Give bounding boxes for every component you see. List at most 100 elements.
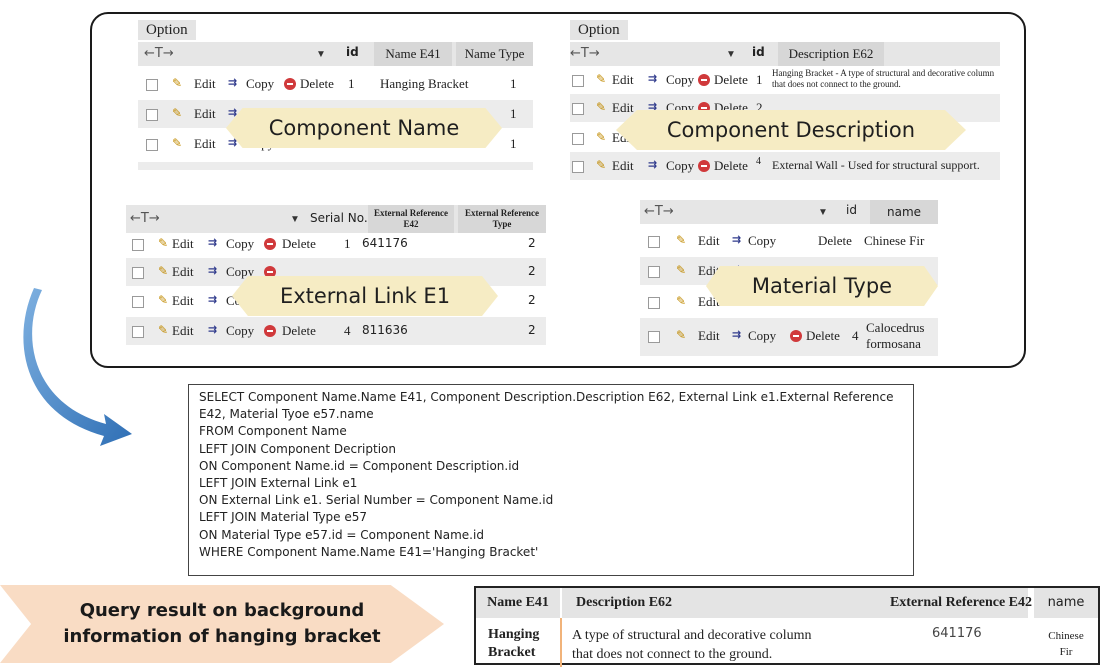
- col-id[interactable]: id: [346, 45, 359, 59]
- delete-icon[interactable]: [264, 325, 276, 337]
- cell-id: 1: [756, 72, 763, 87]
- copy-link[interactable]: Copy: [246, 76, 274, 92]
- edit-link[interactable]: Edit: [194, 76, 216, 92]
- component-name-header: ←T→ ▼ id Name E41 Name Type: [138, 42, 533, 66]
- sql-line: WHERE Component Name.Name E41='Hanging B…: [199, 544, 539, 559]
- delete-icon[interactable]: [790, 330, 802, 342]
- pencil-icon[interactable]: ✎: [596, 158, 606, 172]
- pencil-icon[interactable]: ✎: [676, 328, 686, 342]
- pencil-icon[interactable]: ✎: [158, 236, 168, 250]
- row-checkbox[interactable]: [132, 267, 144, 279]
- edit-link[interactable]: Edit: [698, 233, 720, 249]
- query-result-table: Name E41 Description E62 External Refere…: [474, 586, 1100, 667]
- row-checkbox[interactable]: [648, 297, 660, 309]
- copy-icon[interactable]: ⇉: [648, 72, 657, 85]
- row-checkbox[interactable]: [146, 109, 158, 121]
- row-checkbox[interactable]: [146, 139, 158, 151]
- column-resize-arrows-icon[interactable]: ←T→: [570, 46, 600, 61]
- copy-icon[interactable]: ⇉: [208, 293, 217, 306]
- delete-link[interactable]: Delete: [714, 72, 748, 88]
- pencil-icon[interactable]: ✎: [676, 263, 686, 277]
- row-checkbox[interactable]: [572, 103, 584, 115]
- copy-icon[interactable]: ⇉: [208, 264, 217, 277]
- sort-down-icon[interactable]: ▼: [818, 207, 828, 218]
- delete-icon[interactable]: [264, 238, 276, 250]
- row-checkbox[interactable]: [572, 161, 584, 173]
- copy-icon[interactable]: ⇉: [228, 76, 237, 89]
- edit-link[interactable]: Edit: [172, 293, 194, 309]
- table-row: ✎ Edit ⇉ Copy Delete Chinese Fir: [640, 227, 938, 255]
- col-id[interactable]: id: [752, 45, 765, 59]
- col-serial-no[interactable]: Serial No.: [310, 211, 368, 225]
- row-checkbox[interactable]: [146, 79, 158, 91]
- col-name-e41[interactable]: Name E41: [374, 42, 452, 66]
- col-description-e62[interactable]: Description E62: [778, 42, 884, 66]
- pencil-icon[interactable]: ✎: [172, 136, 182, 150]
- copy-icon[interactable]: ⇉: [732, 328, 741, 341]
- pencil-icon[interactable]: ✎: [676, 294, 686, 308]
- sql-line: ON Component Name.id = Component Descrip…: [199, 458, 520, 473]
- delete-icon[interactable]: [284, 78, 296, 90]
- copy-icon[interactable]: ⇉: [208, 323, 217, 336]
- copy-link[interactable]: Copy: [666, 72, 694, 88]
- column-resize-arrows-icon[interactable]: ←T→: [130, 211, 160, 226]
- column-resize-arrows-icon[interactable]: ←T→: [644, 204, 674, 219]
- pencil-icon[interactable]: ✎: [158, 264, 168, 278]
- col-id[interactable]: id: [846, 203, 857, 217]
- col-external-reference-type[interactable]: External Reference Type: [458, 205, 546, 233]
- edit-link[interactable]: Edit: [612, 72, 634, 88]
- edit-link[interactable]: Edit: [172, 323, 194, 339]
- edit-link[interactable]: Edit: [698, 328, 720, 344]
- delete-link[interactable]: Delete: [282, 236, 316, 252]
- sort-down-icon[interactable]: ▼: [316, 49, 326, 60]
- delete-icon[interactable]: [698, 160, 710, 172]
- copy-icon[interactable]: ⇉: [648, 158, 657, 171]
- pencil-icon[interactable]: ✎: [158, 293, 168, 307]
- copy-link[interactable]: Copy: [748, 233, 776, 249]
- sort-down-icon[interactable]: ▼: [290, 214, 300, 225]
- col-external-reference-e42[interactable]: External Reference E42: [368, 205, 454, 233]
- cell-id: 4: [852, 328, 859, 343]
- column-resize-arrows-icon[interactable]: ←T→: [144, 46, 174, 61]
- copy-link[interactable]: Copy: [226, 323, 254, 339]
- delete-link[interactable]: Delete: [282, 323, 316, 339]
- delete-link[interactable]: Delete: [806, 328, 840, 344]
- row-checkbox[interactable]: [132, 239, 144, 251]
- edit-link[interactable]: Edit: [172, 264, 194, 280]
- edit-link[interactable]: Edit: [194, 106, 216, 122]
- pencil-icon[interactable]: ✎: [596, 100, 606, 114]
- delete-link[interactable]: Delete: [714, 158, 748, 174]
- sort-down-icon[interactable]: ▼: [726, 49, 736, 60]
- cell-name: Chinese Fir: [864, 233, 925, 248]
- row-checkbox[interactable]: [648, 236, 660, 248]
- row-checkbox[interactable]: [572, 75, 584, 87]
- col-name-type[interactable]: Name Type: [456, 42, 533, 66]
- row-checkbox[interactable]: [648, 331, 660, 343]
- material-type-header: ←T→ ▼ id name: [640, 200, 938, 224]
- edit-link[interactable]: Edit: [172, 236, 194, 252]
- delete-icon[interactable]: [698, 74, 710, 86]
- external-link-header: ←T→ ▼ Serial No. External Reference E42 …: [126, 205, 546, 233]
- delete-link[interactable]: Delete: [300, 76, 334, 92]
- pencil-icon[interactable]: ✎: [172, 76, 182, 90]
- copy-link[interactable]: Copy: [748, 328, 776, 344]
- copy-link[interactable]: Copy: [666, 158, 694, 174]
- cell-serial: 1: [344, 236, 351, 251]
- delete-link[interactable]: Delete: [818, 233, 852, 249]
- copy-icon[interactable]: ⇉: [208, 236, 217, 249]
- pencil-icon[interactable]: ✎: [158, 323, 168, 337]
- cell-description: Hanging Bracket - A type of structural a…: [772, 68, 995, 89]
- edit-link[interactable]: Edit: [194, 136, 216, 152]
- pencil-icon[interactable]: ✎: [596, 72, 606, 86]
- row-checkbox[interactable]: [572, 133, 584, 145]
- col-name[interactable]: name: [870, 200, 938, 224]
- cell-serial: 4: [344, 323, 351, 338]
- copy-link[interactable]: Copy: [226, 236, 254, 252]
- edit-link[interactable]: Edit: [612, 158, 634, 174]
- pencil-icon[interactable]: ✎: [172, 106, 182, 120]
- pencil-icon[interactable]: ✎: [676, 233, 686, 247]
- edit-link[interactable]: Edit: [612, 100, 634, 116]
- copy-icon[interactable]: ⇉: [732, 233, 741, 246]
- pencil-icon[interactable]: ✎: [596, 130, 606, 144]
- row-checkbox[interactable]: [648, 266, 660, 278]
